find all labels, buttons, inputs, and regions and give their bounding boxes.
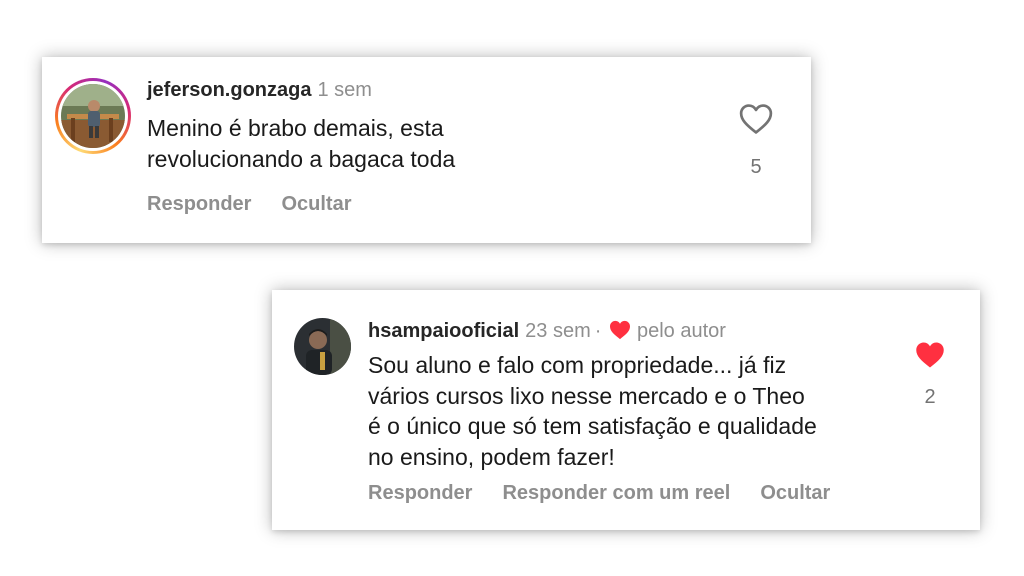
avatar[interactable] [294, 318, 351, 375]
liked-by-author-label: pelo autor [636, 320, 726, 342]
reply-button[interactable]: Responder [147, 193, 251, 215]
avatar [61, 84, 125, 148]
comment-header: jeferson.gonzaga 1 sem [147, 79, 372, 102]
avatar-story-ring[interactable] [55, 78, 131, 154]
comment-card: hsampaiooficial 23 sem · pelo autor Sou al… [272, 290, 980, 530]
heart-outline-icon[interactable] [739, 103, 773, 135]
comment-text-line: é o único que só tem satisfação e qualid… [368, 413, 817, 439]
reply-with-reel-button[interactable]: Responder com um reel [502, 482, 730, 504]
comment-text-line: revolucionando a bagaca toda [147, 146, 456, 172]
hide-button[interactable]: Ocultar [760, 482, 830, 504]
like-count: 2 [924, 386, 936, 408]
username[interactable]: hsampaiooficial [368, 320, 519, 342]
comment-header: hsampaiooficial 23 sem · pelo autor [368, 320, 726, 343]
separator-dot: · [594, 320, 602, 342]
comment-text-line: no ensino, podem fazer! [368, 443, 615, 470]
timestamp: 23 sem [525, 320, 591, 342]
heart-filled-icon[interactable] [915, 341, 945, 369]
reply-button[interactable]: Responder [368, 482, 472, 504]
comment-text-line: vários cursos lixo nesse mercado e o The… [368, 382, 805, 409]
comment-actions: Responder Ocultar [147, 193, 382, 216]
comment-text-line: Sou aluno e falo com propriedade... já f… [368, 352, 787, 378]
comment-text: Sou aluno e falo com propriedade... já f… [368, 350, 817, 472]
hide-button[interactable]: Ocultar [281, 193, 351, 215]
comment-actions: Responder Responder com um reel Ocultar [368, 482, 860, 505]
like-count: 5 [750, 156, 762, 178]
heart-filled-icon [610, 320, 631, 340]
timestamp: 1 sem [317, 79, 372, 101]
comment-text: Menino é brabo demais, esta revolucionan… [147, 113, 455, 175]
comment-card: jeferson.gonzaga 1 sem Menino é brabo dem… [42, 57, 811, 243]
comment-text-line: Menino é brabo demais, esta [147, 115, 444, 141]
username[interactable]: jeferson.gonzaga [147, 79, 311, 101]
